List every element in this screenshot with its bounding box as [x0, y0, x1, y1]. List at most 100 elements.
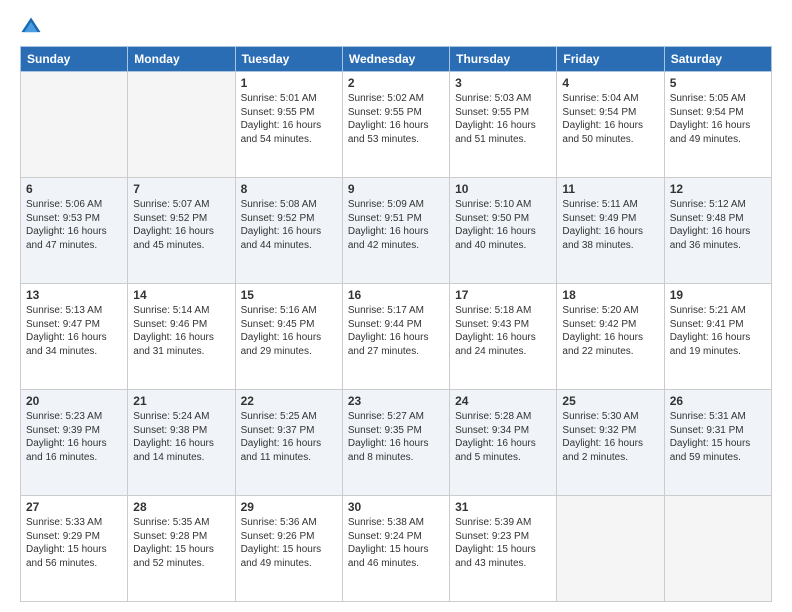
- day-info: Sunrise: 5:17 AM Sunset: 9:44 PM Dayligh…: [348, 304, 444, 358]
- calendar-cell: 19 Sunrise: 5:21 AM Sunset: 9:41 PM Dayli…: [664, 284, 771, 390]
- day-number: 8: [241, 182, 337, 196]
- day-info: Sunrise: 5:10 AM Sunset: 9:50 PM Dayligh…: [455, 198, 551, 252]
- calendar-cell: 8 Sunrise: 5:08 AM Sunset: 9:52 PM Daylig…: [235, 178, 342, 284]
- calendar-week-row: 6 Sunrise: 5:06 AM Sunset: 9:53 PM Daylig…: [21, 178, 772, 284]
- day-number: 15: [241, 288, 337, 302]
- calendar-cell: 30 Sunrise: 5:38 AM Sunset: 9:24 PM Dayli…: [342, 496, 449, 602]
- weekday-header: Saturday: [664, 47, 771, 72]
- day-info: Sunrise: 5:39 AM Sunset: 9:23 PM Dayligh…: [455, 516, 551, 570]
- day-number: 12: [670, 182, 766, 196]
- day-info: Sunrise: 5:08 AM Sunset: 9:52 PM Dayligh…: [241, 198, 337, 252]
- day-number: 5: [670, 76, 766, 90]
- day-info: Sunrise: 5:20 AM Sunset: 9:42 PM Dayligh…: [562, 304, 658, 358]
- day-number: 21: [133, 394, 229, 408]
- day-number: 11: [562, 182, 658, 196]
- calendar-cell: 16 Sunrise: 5:17 AM Sunset: 9:44 PM Dayli…: [342, 284, 449, 390]
- calendar-table: SundayMondayTuesdayWednesdayThursdayFrid…: [20, 46, 772, 602]
- calendar-cell: 2 Sunrise: 5:02 AM Sunset: 9:55 PM Daylig…: [342, 72, 449, 178]
- calendar-cell: 22 Sunrise: 5:25 AM Sunset: 9:37 PM Dayli…: [235, 390, 342, 496]
- day-number: 18: [562, 288, 658, 302]
- day-info: Sunrise: 5:01 AM Sunset: 9:55 PM Dayligh…: [241, 92, 337, 146]
- day-number: 22: [241, 394, 337, 408]
- day-number: 9: [348, 182, 444, 196]
- calendar-cell: 3 Sunrise: 5:03 AM Sunset: 9:55 PM Daylig…: [450, 72, 557, 178]
- calendar-cell: 18 Sunrise: 5:20 AM Sunset: 9:42 PM Dayli…: [557, 284, 664, 390]
- day-number: 1: [241, 76, 337, 90]
- day-number: 26: [670, 394, 766, 408]
- day-number: 10: [455, 182, 551, 196]
- weekday-header: Friday: [557, 47, 664, 72]
- day-info: Sunrise: 5:03 AM Sunset: 9:55 PM Dayligh…: [455, 92, 551, 146]
- day-info: Sunrise: 5:18 AM Sunset: 9:43 PM Dayligh…: [455, 304, 551, 358]
- day-info: Sunrise: 5:21 AM Sunset: 9:41 PM Dayligh…: [670, 304, 766, 358]
- day-number: 19: [670, 288, 766, 302]
- day-info: Sunrise: 5:24 AM Sunset: 9:38 PM Dayligh…: [133, 410, 229, 464]
- day-number: 31: [455, 500, 551, 514]
- day-number: 23: [348, 394, 444, 408]
- page: SundayMondayTuesdayWednesdayThursdayFrid…: [0, 0, 792, 612]
- day-number: 28: [133, 500, 229, 514]
- day-info: Sunrise: 5:35 AM Sunset: 9:28 PM Dayligh…: [133, 516, 229, 570]
- day-number: 7: [133, 182, 229, 196]
- calendar-cell: 25 Sunrise: 5:30 AM Sunset: 9:32 PM Dayli…: [557, 390, 664, 496]
- calendar-week-row: 27 Sunrise: 5:33 AM Sunset: 9:29 PM Dayli…: [21, 496, 772, 602]
- day-info: Sunrise: 5:25 AM Sunset: 9:37 PM Dayligh…: [241, 410, 337, 464]
- day-info: Sunrise: 5:14 AM Sunset: 9:46 PM Dayligh…: [133, 304, 229, 358]
- day-number: 20: [26, 394, 122, 408]
- day-info: Sunrise: 5:28 AM Sunset: 9:34 PM Dayligh…: [455, 410, 551, 464]
- day-number: 6: [26, 182, 122, 196]
- day-info: Sunrise: 5:05 AM Sunset: 9:54 PM Dayligh…: [670, 92, 766, 146]
- calendar-cell: 31 Sunrise: 5:39 AM Sunset: 9:23 PM Dayli…: [450, 496, 557, 602]
- day-info: Sunrise: 5:13 AM Sunset: 9:47 PM Dayligh…: [26, 304, 122, 358]
- day-number: 29: [241, 500, 337, 514]
- calendar-cell: 12 Sunrise: 5:12 AM Sunset: 9:48 PM Dayli…: [664, 178, 771, 284]
- calendar-cell: 27 Sunrise: 5:33 AM Sunset: 9:29 PM Dayli…: [21, 496, 128, 602]
- calendar-cell: 11 Sunrise: 5:11 AM Sunset: 9:49 PM Dayli…: [557, 178, 664, 284]
- calendar-cell: 13Sunrise: 5:13 AM Sunset: 9:47 PM Dayli…: [21, 284, 128, 390]
- day-info: Sunrise: 5:07 AM Sunset: 9:52 PM Dayligh…: [133, 198, 229, 252]
- day-number: 14: [133, 288, 229, 302]
- calendar-week-row: 13Sunrise: 5:13 AM Sunset: 9:47 PM Dayli…: [21, 284, 772, 390]
- calendar-cell: 21 Sunrise: 5:24 AM Sunset: 9:38 PM Dayli…: [128, 390, 235, 496]
- calendar-cell: 9Sunrise: 5:09 AM Sunset: 9:51 PM Daylig…: [342, 178, 449, 284]
- day-info: Sunrise: 5:11 AM Sunset: 9:49 PM Dayligh…: [562, 198, 658, 252]
- day-number: 16: [348, 288, 444, 302]
- day-number: 25: [562, 394, 658, 408]
- day-info: Sunrise: 5:30 AM Sunset: 9:32 PM Dayligh…: [562, 410, 658, 464]
- day-number: 3: [455, 76, 551, 90]
- calendar-cell: [128, 72, 235, 178]
- day-info: Sunrise: 5:38 AM Sunset: 9:24 PM Dayligh…: [348, 516, 444, 570]
- day-info: Sunrise: 5:33 AM Sunset: 9:29 PM Dayligh…: [26, 516, 122, 570]
- calendar-cell: 4Sunrise: 5:04 AM Sunset: 9:54 PM Daylig…: [557, 72, 664, 178]
- calendar-week-row: 1 Sunrise: 5:01 AM Sunset: 9:55 PM Daylig…: [21, 72, 772, 178]
- weekday-header: Tuesday: [235, 47, 342, 72]
- calendar-cell: 14 Sunrise: 5:14 AM Sunset: 9:46 PM Dayli…: [128, 284, 235, 390]
- day-number: 27: [26, 500, 122, 514]
- day-number: 2: [348, 76, 444, 90]
- calendar-cell: 6 Sunrise: 5:06 AM Sunset: 9:53 PM Daylig…: [21, 178, 128, 284]
- calendar-cell: 29 Sunrise: 5:36 AM Sunset: 9:26 PM Dayli…: [235, 496, 342, 602]
- day-info: Sunrise: 5:36 AM Sunset: 9:26 PM Dayligh…: [241, 516, 337, 570]
- calendar-week-row: 20Sunrise: 5:23 AM Sunset: 9:39 PM Dayli…: [21, 390, 772, 496]
- day-info: Sunrise: 5:27 AM Sunset: 9:35 PM Dayligh…: [348, 410, 444, 464]
- day-info: Sunrise: 5:02 AM Sunset: 9:55 PM Dayligh…: [348, 92, 444, 146]
- day-number: 30: [348, 500, 444, 514]
- weekday-header: Sunday: [21, 47, 128, 72]
- logo-icon: [20, 16, 42, 38]
- weekday-header: Thursday: [450, 47, 557, 72]
- calendar-cell: 10 Sunrise: 5:10 AM Sunset: 9:50 PM Dayli…: [450, 178, 557, 284]
- day-info: Sunrise: 5:12 AM Sunset: 9:48 PM Dayligh…: [670, 198, 766, 252]
- day-number: 17: [455, 288, 551, 302]
- calendar-cell: 17 Sunrise: 5:18 AM Sunset: 9:43 PM Dayli…: [450, 284, 557, 390]
- header: [20, 16, 772, 38]
- calendar-cell: 5 Sunrise: 5:05 AM Sunset: 9:54 PM Daylig…: [664, 72, 771, 178]
- day-info: Sunrise: 5:06 AM Sunset: 9:53 PM Dayligh…: [26, 198, 122, 252]
- calendar-cell: 1 Sunrise: 5:01 AM Sunset: 9:55 PM Daylig…: [235, 72, 342, 178]
- day-info: Sunrise: 5:31 AM Sunset: 9:31 PM Dayligh…: [670, 410, 766, 464]
- calendar-cell: [21, 72, 128, 178]
- day-info: Sunrise: 5:16 AM Sunset: 9:45 PM Dayligh…: [241, 304, 337, 358]
- weekday-header: Wednesday: [342, 47, 449, 72]
- calendar-cell: 20Sunrise: 5:23 AM Sunset: 9:39 PM Dayli…: [21, 390, 128, 496]
- calendar-cell: 24Sunrise: 5:28 AM Sunset: 9:34 PM Dayli…: [450, 390, 557, 496]
- weekday-header: Monday: [128, 47, 235, 72]
